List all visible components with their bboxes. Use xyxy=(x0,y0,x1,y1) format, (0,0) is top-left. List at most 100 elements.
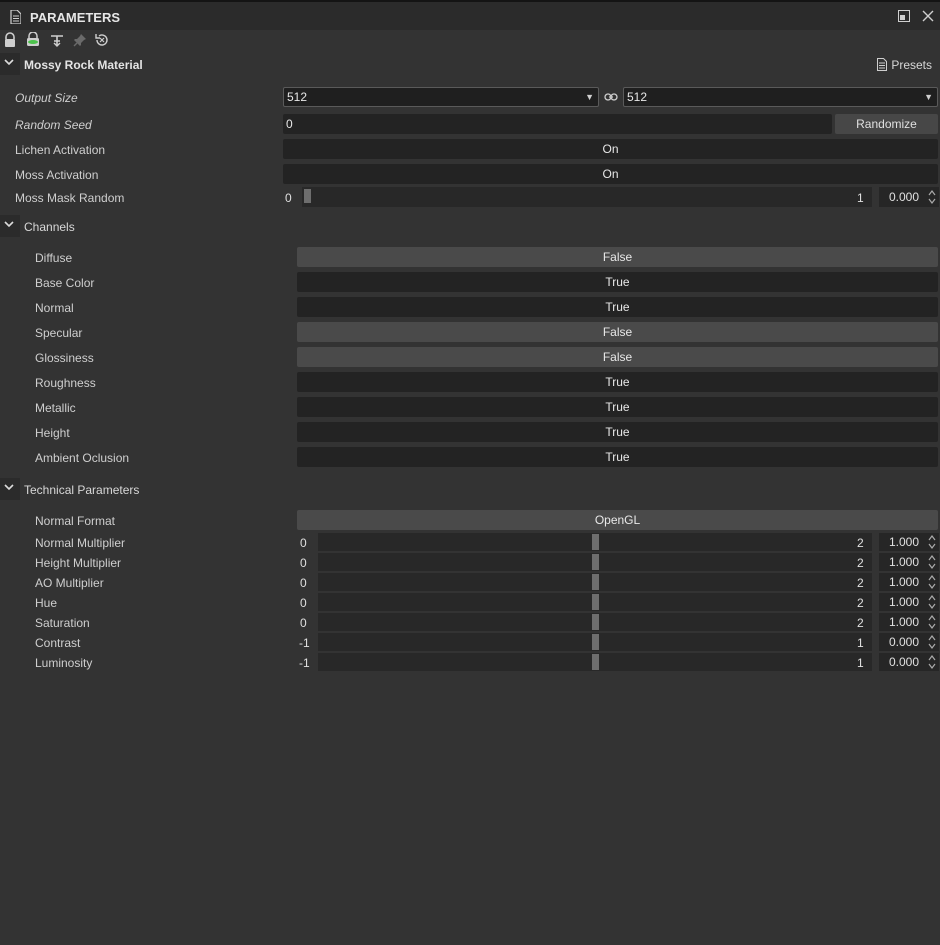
channel-toggle[interactable]: False xyxy=(297,247,938,267)
random-seed-label: Random Seed xyxy=(15,118,92,132)
parameter-slider[interactable] xyxy=(318,553,872,571)
undock-icon[interactable] xyxy=(898,10,910,22)
spinbox-value: 1.000 xyxy=(888,555,919,569)
spin-arrows-icon[interactable] xyxy=(927,189,937,205)
spin-arrows-icon[interactable] xyxy=(927,594,937,610)
close-icon[interactable] xyxy=(922,10,934,22)
parameter-slider[interactable] xyxy=(318,633,872,651)
slider-handle[interactable] xyxy=(592,594,599,610)
random-seed-input[interactable]: 0 xyxy=(283,114,832,134)
slider-handle[interactable] xyxy=(592,534,599,550)
output-size-height-select[interactable]: 512 ▼ xyxy=(623,87,938,107)
parameter-spinbox[interactable]: 0.000 xyxy=(879,653,939,671)
channel-toggle[interactable]: True xyxy=(297,297,938,317)
hierarchy-icon[interactable] xyxy=(49,32,65,48)
channel-toggle[interactable]: True xyxy=(297,372,938,392)
parameter-slider[interactable] xyxy=(318,533,872,551)
spin-arrows-icon[interactable] xyxy=(927,534,937,550)
slider-max: 1 xyxy=(857,656,864,670)
parameter-spinbox[interactable]: 1.000 xyxy=(879,613,939,631)
parameter-spinbox[interactable]: 1.000 xyxy=(879,573,939,591)
technical-slider-row: Saturation 0 2 1.000 xyxy=(0,613,940,633)
lock-icon[interactable] xyxy=(2,32,18,48)
technical-slider-row: Height Multiplier 0 2 1.000 xyxy=(0,553,940,573)
parameter-slider[interactable] xyxy=(318,573,872,591)
output-size-width-select[interactable]: 512 ▼ xyxy=(283,87,599,107)
presets-button[interactable]: Presets xyxy=(877,58,932,72)
pin-icon[interactable] xyxy=(72,32,88,48)
spinbox-value: 0.000 xyxy=(888,655,919,669)
moss-activation-label: Moss Activation xyxy=(15,168,99,182)
normal-format-row: Normal Format OpenGL xyxy=(0,510,940,532)
channels-title: Channels xyxy=(24,220,75,234)
moss-mask-random-slider[interactable] xyxy=(302,187,872,207)
spin-arrows-icon[interactable] xyxy=(927,634,937,650)
slider-handle[interactable] xyxy=(592,634,599,650)
channel-row: Ambient Oclusion True xyxy=(0,447,940,469)
lichen-activation-toggle[interactable]: On xyxy=(283,139,938,159)
slider-max: 2 xyxy=(857,536,864,550)
channel-label: Metallic xyxy=(35,401,76,415)
spin-arrows-icon[interactable] xyxy=(927,654,937,670)
slider-handle[interactable] xyxy=(304,189,311,203)
parameter-spinbox[interactable]: 1.000 xyxy=(879,533,939,551)
channel-row: Height True xyxy=(0,422,940,444)
moss-mask-random-label: Moss Mask Random xyxy=(15,191,125,205)
chevron-down-icon[interactable] xyxy=(0,53,20,75)
slider-min: 0 xyxy=(300,616,307,630)
slider-max: 2 xyxy=(857,576,864,590)
channel-label: Base Color xyxy=(35,276,95,290)
spinbox-value: 0.000 xyxy=(888,190,919,204)
lichen-activation-row: Lichen Activation On xyxy=(0,139,940,161)
chevron-down-icon[interactable] xyxy=(0,478,20,500)
parameter-slider[interactable] xyxy=(318,653,872,671)
presets-label: Presets xyxy=(891,58,932,72)
slider-min: 0 xyxy=(300,556,307,570)
channel-row: Normal True xyxy=(0,297,940,319)
parameter-slider[interactable] xyxy=(318,593,872,611)
reset-icon[interactable] xyxy=(94,32,110,48)
slider-handle[interactable] xyxy=(592,614,599,630)
channel-toggle[interactable]: True xyxy=(297,272,938,292)
spin-arrows-icon[interactable] xyxy=(927,614,937,630)
channels-section-header[interactable]: Channels xyxy=(0,215,940,239)
output-size-row: Output Size 512 ▼ 512 ▼ xyxy=(0,87,940,109)
parameter-spinbox[interactable]: 1.000 xyxy=(879,553,939,571)
link-icon[interactable] xyxy=(604,91,618,106)
spinbox-value: 1.000 xyxy=(888,595,919,609)
chevron-down-icon[interactable] xyxy=(0,215,20,237)
spinbox-value: 1.000 xyxy=(888,615,919,629)
channel-toggle[interactable]: False xyxy=(297,347,938,367)
slider-min: 0 xyxy=(300,536,307,550)
parameter-slider[interactable] xyxy=(318,613,872,631)
channel-label: Normal xyxy=(35,301,74,315)
panel-titlebar: PARAMETERS xyxy=(0,0,940,30)
slider-handle[interactable] xyxy=(592,554,599,570)
slider-handle[interactable] xyxy=(592,574,599,590)
parameter-spinbox[interactable]: 1.000 xyxy=(879,593,939,611)
normal-format-toggle[interactable]: OpenGL xyxy=(297,510,938,530)
technical-section-header[interactable]: Technical Parameters xyxy=(0,478,940,502)
moss-activation-toggle[interactable]: On xyxy=(283,164,938,184)
channel-toggle[interactable]: True xyxy=(297,422,938,442)
channel-toggle[interactable]: False xyxy=(297,322,938,342)
technical-title: Technical Parameters xyxy=(24,483,140,497)
parameter-spinbox[interactable]: 0.000 xyxy=(879,633,939,651)
channel-label: Specular xyxy=(35,326,83,340)
material-section-header[interactable]: Mossy Rock Material Presets xyxy=(0,53,940,77)
slider-label: Contrast xyxy=(35,636,81,650)
randomize-button[interactable]: Randomize xyxy=(835,114,938,134)
slider-max: 2 xyxy=(857,616,864,630)
technical-slider-row: Luminosity -1 1 0.000 xyxy=(0,653,940,673)
spin-arrows-icon[interactable] xyxy=(927,554,937,570)
spin-arrows-icon[interactable] xyxy=(927,574,937,590)
slider-handle[interactable] xyxy=(592,654,599,670)
sync-icon[interactable] xyxy=(25,31,41,48)
slider-label: Hue xyxy=(35,596,58,610)
spinbox-value: 1.000 xyxy=(888,575,919,589)
channel-toggle[interactable]: True xyxy=(297,447,938,467)
channel-toggle[interactable]: True xyxy=(297,397,938,417)
normal-format-label: Normal Format xyxy=(35,514,116,528)
moss-mask-random-spinbox[interactable]: 0.000 xyxy=(879,187,939,207)
channel-row: Glossiness False xyxy=(0,347,940,369)
